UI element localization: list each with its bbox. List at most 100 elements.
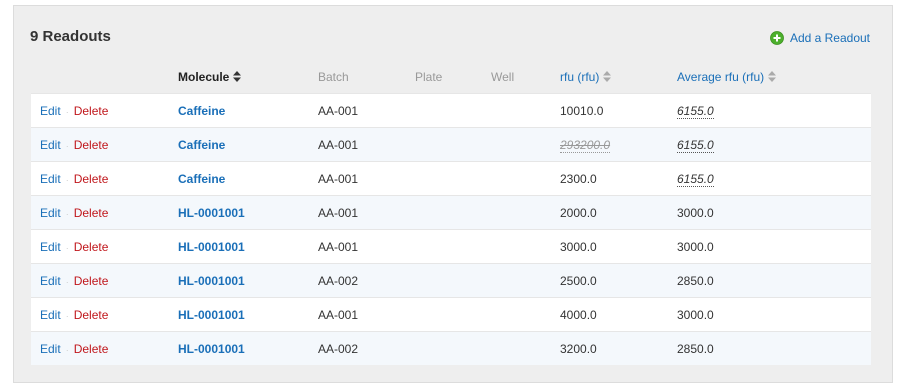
batch-cell: AA-001 <box>318 161 415 196</box>
row-actions: Edit · Delete <box>31 229 178 264</box>
column-header-average-rfu[interactable]: Average rfu (rfu) <box>677 61 871 94</box>
well-cell <box>491 331 560 365</box>
average-rfu-value: 6155.0 <box>677 137 714 153</box>
action-separator: · <box>65 276 69 287</box>
molecule-link[interactable]: HL-0001001 <box>178 274 245 288</box>
average-rfu-cell: 2850.0 <box>677 263 871 298</box>
readouts-table: Molecule Batch Plate Well rfu (rfu) Aver… <box>31 61 871 365</box>
actions-header <box>31 61 178 94</box>
readouts-title: 9 Readouts <box>30 28 111 45</box>
row-actions: Edit · Delete <box>31 263 178 298</box>
column-header-molecule[interactable]: Molecule <box>178 61 318 94</box>
action-separator: · <box>65 242 69 253</box>
sort-icon <box>233 71 242 82</box>
batch-cell: AA-001 <box>318 195 415 230</box>
column-header-rfu-label: rfu (rfu) <box>560 70 600 84</box>
well-cell <box>491 263 560 298</box>
rfu-cell: 2000.0 <box>560 195 677 230</box>
row-actions: Edit · Delete <box>31 161 178 196</box>
column-header-well[interactable]: Well <box>491 61 560 94</box>
edit-link[interactable]: Edit <box>40 342 61 356</box>
molecule-link[interactable]: HL-0001001 <box>178 342 245 356</box>
table-row: Edit · Delete Caffeine AA-001 2300.0 6155.… <box>31 161 871 196</box>
plus-circle-icon <box>770 31 784 45</box>
readouts-panel: 9 Readouts Add a Readout Molecule Batch … <box>13 5 893 383</box>
rfu-cell: 4000.0 <box>560 297 677 332</box>
molecule-link[interactable]: HL-0001001 <box>178 206 245 220</box>
well-cell <box>491 229 560 264</box>
row-actions: Edit · Delete <box>31 297 178 332</box>
column-header-rfu[interactable]: rfu (rfu) <box>560 61 677 94</box>
edit-link[interactable]: Edit <box>40 240 61 254</box>
average-rfu-cell: 3000.0 <box>677 195 871 230</box>
delete-link[interactable]: Delete <box>74 138 109 152</box>
batch-cell: AA-001 <box>318 93 415 128</box>
row-actions: Edit · Delete <box>31 93 178 128</box>
plate-cell <box>415 161 491 196</box>
well-cell <box>491 297 560 332</box>
table-row: Edit · Delete Caffeine AA-001 293200.0 615… <box>31 127 871 162</box>
action-separator: · <box>65 208 69 219</box>
add-readout-label: Add a Readout <box>789 31 870 45</box>
action-separator: · <box>65 140 69 151</box>
edit-link[interactable]: Edit <box>40 104 61 118</box>
action-separator: · <box>65 310 69 321</box>
table-row: Edit · Delete HL-0001001 AA-002 3200.0 285… <box>31 331 871 365</box>
rfu-cell: 3000.0 <box>560 229 677 264</box>
rfu-cell: 2500.0 <box>560 263 677 298</box>
well-cell <box>491 195 560 230</box>
delete-link[interactable]: Delete <box>74 104 109 118</box>
edit-link[interactable]: Edit <box>40 206 61 220</box>
row-actions: Edit · Delete <box>31 331 178 365</box>
column-header-batch[interactable]: Batch <box>318 61 415 94</box>
table-row: Edit · Delete HL-0001001 AA-001 4000.0 300… <box>31 297 871 332</box>
well-cell <box>491 93 560 128</box>
batch-cell: AA-001 <box>318 229 415 264</box>
action-separator: · <box>65 174 69 185</box>
molecule-link[interactable]: Caffeine <box>178 104 225 118</box>
delete-link[interactable]: Delete <box>74 172 109 186</box>
average-rfu-cell: 3000.0 <box>677 229 871 264</box>
edit-link[interactable]: Edit <box>40 274 61 288</box>
batch-cell: AA-002 <box>318 331 415 365</box>
row-actions: Edit · Delete <box>31 195 178 230</box>
column-header-average-rfu-label: Average rfu (rfu) <box>677 70 765 84</box>
delete-link[interactable]: Delete <box>74 206 109 220</box>
add-readout-button[interactable]: Add a Readout <box>770 31 870 45</box>
molecule-link[interactable]: HL-0001001 <box>178 240 245 254</box>
sort-icon <box>768 71 777 82</box>
average-rfu-value: 6155.0 <box>677 171 714 187</box>
plate-cell <box>415 297 491 332</box>
rfu-cell: 3200.0 <box>560 331 677 365</box>
plate-cell <box>415 127 491 162</box>
excluded-rfu-value: 293200.0 <box>560 137 611 153</box>
plate-cell <box>415 263 491 298</box>
row-actions: Edit · Delete <box>31 127 178 162</box>
table-row: Edit · Delete HL-0001001 AA-001 3000.0 300… <box>31 229 871 264</box>
column-header-molecule-label: Molecule <box>178 70 230 84</box>
edit-link[interactable]: Edit <box>40 308 61 322</box>
well-cell <box>491 127 560 162</box>
plate-cell <box>415 93 491 128</box>
edit-link[interactable]: Edit <box>40 138 61 152</box>
column-header-plate[interactable]: Plate <box>415 61 491 94</box>
molecule-link[interactable]: Caffeine <box>178 138 225 152</box>
table-row: Edit · Delete Caffeine AA-001 10010.0 6155… <box>31 93 871 128</box>
delete-link[interactable]: Delete <box>74 308 109 322</box>
delete-link[interactable]: Delete <box>74 274 109 288</box>
action-separator: · <box>65 344 69 355</box>
edit-link[interactable]: Edit <box>40 172 61 186</box>
batch-cell: AA-002 <box>318 263 415 298</box>
table-row: Edit · Delete HL-0001001 AA-002 2500.0 285… <box>31 263 871 298</box>
molecule-link[interactable]: HL-0001001 <box>178 308 245 322</box>
plate-cell <box>415 229 491 264</box>
average-rfu-cell: 3000.0 <box>677 297 871 332</box>
delete-link[interactable]: Delete <box>74 342 109 356</box>
rfu-cell: 2300.0 <box>560 161 677 196</box>
table-row: Edit · Delete HL-0001001 AA-001 2000.0 300… <box>31 195 871 230</box>
rfu-cell: 10010.0 <box>560 93 677 128</box>
molecule-link[interactable]: Caffeine <box>178 172 225 186</box>
table-header-row: Molecule Batch Plate Well rfu (rfu) Aver… <box>31 61 871 94</box>
delete-link[interactable]: Delete <box>74 240 109 254</box>
sort-icon <box>603 71 612 82</box>
